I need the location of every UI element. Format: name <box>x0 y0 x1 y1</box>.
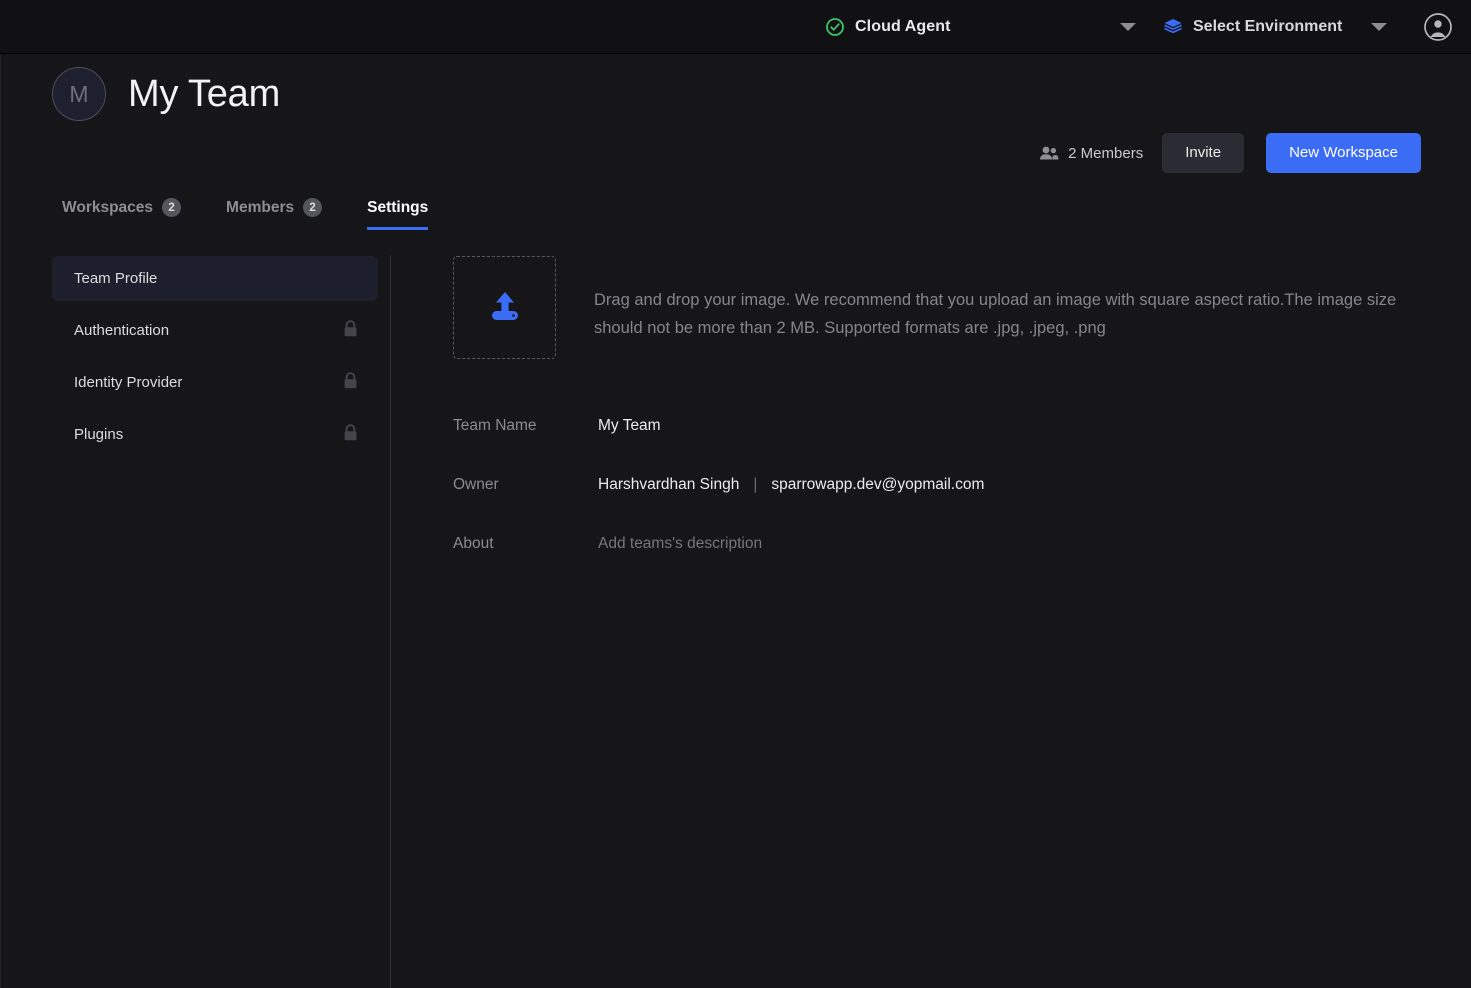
field-team-name-value[interactable]: My Team <box>598 417 661 435</box>
upload-help-text: Drag and drop your image. We recommend t… <box>594 291 1397 337</box>
sidebar-item-label: Plugins <box>74 426 124 443</box>
header-actions: 2 Members Invite New Workspace <box>1039 133 1421 173</box>
lock-icon <box>342 319 359 343</box>
sidebar-item-team-profile[interactable]: Team Profile <box>52 256 378 301</box>
field-about: About Add teams's description <box>453 535 1433 553</box>
field-team-name-label: Team Name <box>453 417 537 434</box>
sidebar-item-authentication[interactable]: Authentication <box>52 308 378 353</box>
upload-icon <box>483 288 527 328</box>
sidebar-item-identity-provider[interactable]: Identity Provider <box>52 360 378 405</box>
lock-icon <box>342 423 359 447</box>
sidebar-item-label: Team Profile <box>74 270 158 287</box>
tab-members-label: Members <box>226 198 295 216</box>
field-owner: Owner Harshvardhan Singh | sparrowapp.dev@… <box>453 476 1433 494</box>
new-workspace-button[interactable]: New Workspace <box>1266 133 1421 173</box>
sidebar-item-label: Identity Provider <box>74 374 183 391</box>
image-dropzone[interactable] <box>453 256 556 359</box>
chevron-down-icon-environment[interactable] <box>1371 23 1387 31</box>
image-upload-row: Drag and drop your image. We recommend t… <box>453 256 1433 359</box>
avatar: M <box>52 67 106 121</box>
page-title: My Team <box>128 72 281 115</box>
environment-selector[interactable]: Select Environment <box>1162 16 1342 38</box>
field-about-label: About <box>453 535 494 552</box>
check-circle-icon <box>825 17 845 37</box>
settings-vertical-divider <box>390 255 391 988</box>
profile-field-list: Team Name My Team Owner Harshvardhan Sin… <box>453 417 1433 553</box>
members-count-label: 2 Members <box>1068 144 1144 162</box>
tab-bar: Workspaces 2 Members 2 Settings <box>62 198 473 230</box>
field-owner-label: Owner <box>453 476 499 493</box>
owner-email: sparrowapp.dev@yopmail.com <box>771 476 985 493</box>
cloud-agent-label: Cloud Agent <box>855 17 951 35</box>
field-team-name: Team Name My Team <box>453 417 1433 435</box>
environment-label: Select Environment <box>1193 17 1343 35</box>
field-owner-value: Harshvardhan Singh | sparrowapp.dev@yopmai… <box>598 476 984 494</box>
people-icon <box>1039 145 1059 161</box>
team-header: M My Team <box>52 67 280 121</box>
tab-settings[interactable]: Settings <box>367 199 429 230</box>
invite-button[interactable]: Invite <box>1162 133 1245 173</box>
sidebar-item-label: Authentication <box>74 322 170 339</box>
members-count: 2 Members <box>1039 145 1143 162</box>
owner-separator: | <box>753 476 758 493</box>
tab-workspaces-badge: 2 <box>162 198 182 217</box>
account-circle-icon[interactable] <box>1423 12 1453 47</box>
tab-settings-label: Settings <box>367 199 429 216</box>
cloud-agent-group[interactable]: Cloud Agent <box>825 17 951 37</box>
lock-icon <box>342 371 359 395</box>
chevron-down-icon-agent[interactable] <box>1120 23 1136 31</box>
top-bar: Cloud Agent Select Environment <box>0 0 1471 54</box>
team-profile-panel: Drag and drop your image. We recommend t… <box>453 256 1433 594</box>
field-about-input[interactable]: Add teams's description <box>598 535 762 553</box>
tab-members-badge: 2 <box>303 198 323 217</box>
avatar-initial: M <box>69 80 89 107</box>
sidebar-item-plugins[interactable]: Plugins <box>52 412 378 457</box>
layers-icon <box>1162 16 1184 38</box>
tab-workspaces[interactable]: Workspaces 2 <box>62 198 182 230</box>
tab-workspaces-label: Workspaces <box>62 198 154 216</box>
owner-name: Harshvardhan Singh <box>598 476 740 493</box>
settings-sidebar: Team Profile Authentication Identity Pro… <box>52 256 378 464</box>
tab-members[interactable]: Members 2 <box>226 198 323 230</box>
